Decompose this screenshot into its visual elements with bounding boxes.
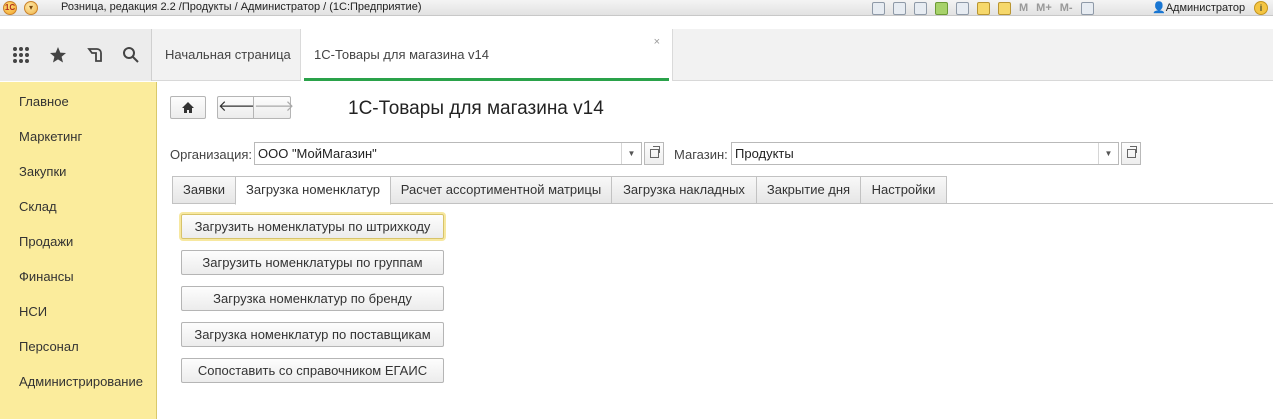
form-area: 🡐 🡒 1С-Товары для магазина v14 Организац… — [158, 82, 1273, 419]
user-name: Администратор — [1165, 2, 1246, 14]
tab-assortment-matrix[interactable]: Расчет ассортиментной матрицы — [390, 176, 612, 204]
home-icon — [182, 102, 194, 113]
tab-settings[interactable]: Настройки — [860, 176, 947, 204]
search-icon[interactable] — [122, 46, 140, 64]
window-title-bar: 1С ▾ Розница, редакция 2.2 /Продукты / А… — [0, 0, 1273, 16]
chevron-down-icon[interactable]: ▼ — [621, 143, 641, 164]
back-button[interactable]: 🡐 — [217, 96, 258, 119]
favorites-add-icon[interactable] — [935, 1, 948, 15]
chevron-down-icon[interactable]: ▼ — [1098, 143, 1118, 164]
store-label: Магазин: — [674, 147, 728, 162]
calculator-icon[interactable] — [977, 1, 990, 15]
calendar-icon[interactable] — [998, 1, 1011, 15]
sidebar-item-marketing[interactable]: Маркетинг — [19, 129, 82, 144]
form-title: 1С-Товары для магазина v14 — [348, 98, 604, 119]
load-by-suppliers-button[interactable]: Загрузка номенклатур по поставщикам — [181, 322, 444, 347]
tab-label: 1С-Товары для магазина v14 — [314, 47, 490, 62]
history-icon[interactable] — [86, 46, 104, 64]
load-by-barcode-button[interactable]: Загрузить номенклатуры по штрихкоду — [181, 214, 444, 239]
load-by-brand-button[interactable]: Загрузка номенклатур по бренду — [181, 286, 444, 311]
link-icon[interactable] — [956, 1, 969, 15]
user-icon: 👤 — [1152, 2, 1166, 14]
info-icon[interactable]: i — [1254, 1, 1268, 15]
window-title: Розница, редакция 2.2 /Продукты / Админи… — [61, 1, 422, 13]
arrow-right-icon: 🡒 — [254, 98, 295, 115]
sidebar-item-main[interactable]: Главное — [19, 94, 69, 109]
open-icon — [650, 146, 660, 158]
sidebar-item-nsi[interactable]: НСИ — [19, 304, 47, 319]
tab-load-invoices[interactable]: Загрузка накладных — [611, 176, 757, 204]
print-preview-icon[interactable] — [914, 1, 927, 15]
sections-sidebar: Главное Маркетинг Закупки Склад Продажи … — [0, 82, 157, 419]
organization-open-button[interactable] — [644, 142, 664, 165]
tab-home-page[interactable]: Начальная страница — [152, 29, 301, 81]
organization-label: Организация: — [170, 147, 253, 162]
sidebar-item-finance[interactable]: Финансы — [19, 269, 74, 284]
memory-m-plus-label[interactable]: M+ — [1036, 2, 1052, 14]
store-field[interactable]: Продукты ▼ — [731, 142, 1119, 165]
save-icon[interactable] — [872, 1, 885, 15]
memory-m-label[interactable]: M — [1019, 2, 1028, 14]
close-icon[interactable]: × — [654, 37, 660, 48]
sidebar-item-purchases[interactable]: Закупки — [19, 164, 66, 179]
window-toggle-icon[interactable] — [1080, 1, 1094, 15]
organization-value: ООО "МойМагазин" — [258, 146, 377, 161]
app-logo-icon: 1С — [3, 1, 17, 15]
match-egais-button[interactable]: Сопоставить со справочником ЕГАИС — [181, 358, 444, 383]
open-icon — [1127, 146, 1137, 158]
star-icon[interactable] — [49, 46, 67, 64]
store-value: Продукты — [735, 146, 794, 161]
main-menu-icon[interactable]: ▾ — [24, 1, 38, 15]
organization-field[interactable]: ООО "МойМагазин" ▼ — [254, 142, 642, 165]
sidebar-item-administration[interactable]: Администрирование — [19, 374, 143, 389]
sidebar-item-sales[interactable]: Продажи — [19, 234, 73, 249]
memory-m-minus-label[interactable]: M- — [1060, 2, 1073, 14]
tab-load-nomenclature[interactable]: Загрузка номенклатур — [235, 176, 391, 205]
toolbar-spacer — [0, 16, 1273, 29]
forward-button[interactable]: 🡒 — [253, 96, 295, 119]
sidebar-item-warehouse[interactable]: Склад — [19, 199, 57, 214]
home-button[interactable] — [170, 96, 206, 119]
open-windows-tabbar: Начальная страница 1С-Товары для магазин… — [152, 29, 1273, 81]
panel-icon-strip — [0, 29, 152, 81]
load-by-groups-button[interactable]: Загрузить номенклатуры по группам — [181, 250, 444, 275]
sidebar-item-personnel[interactable]: Персонал — [19, 339, 79, 354]
apps-grid-icon[interactable] — [12, 46, 30, 64]
tab-day-closing[interactable]: Закрытие дня — [756, 176, 861, 204]
titlebar-toolbar: M M+ M- — [872, 1, 1094, 15]
store-open-button[interactable] — [1121, 142, 1141, 165]
print-icon[interactable] — [893, 1, 906, 15]
tab-requests[interactable]: Заявки — [172, 176, 236, 204]
current-user[interactable]: 👤Администратор — [1152, 1, 1245, 14]
tab-goods-for-store[interactable]: 1С-Товары для магазина v14 × — [301, 29, 673, 81]
